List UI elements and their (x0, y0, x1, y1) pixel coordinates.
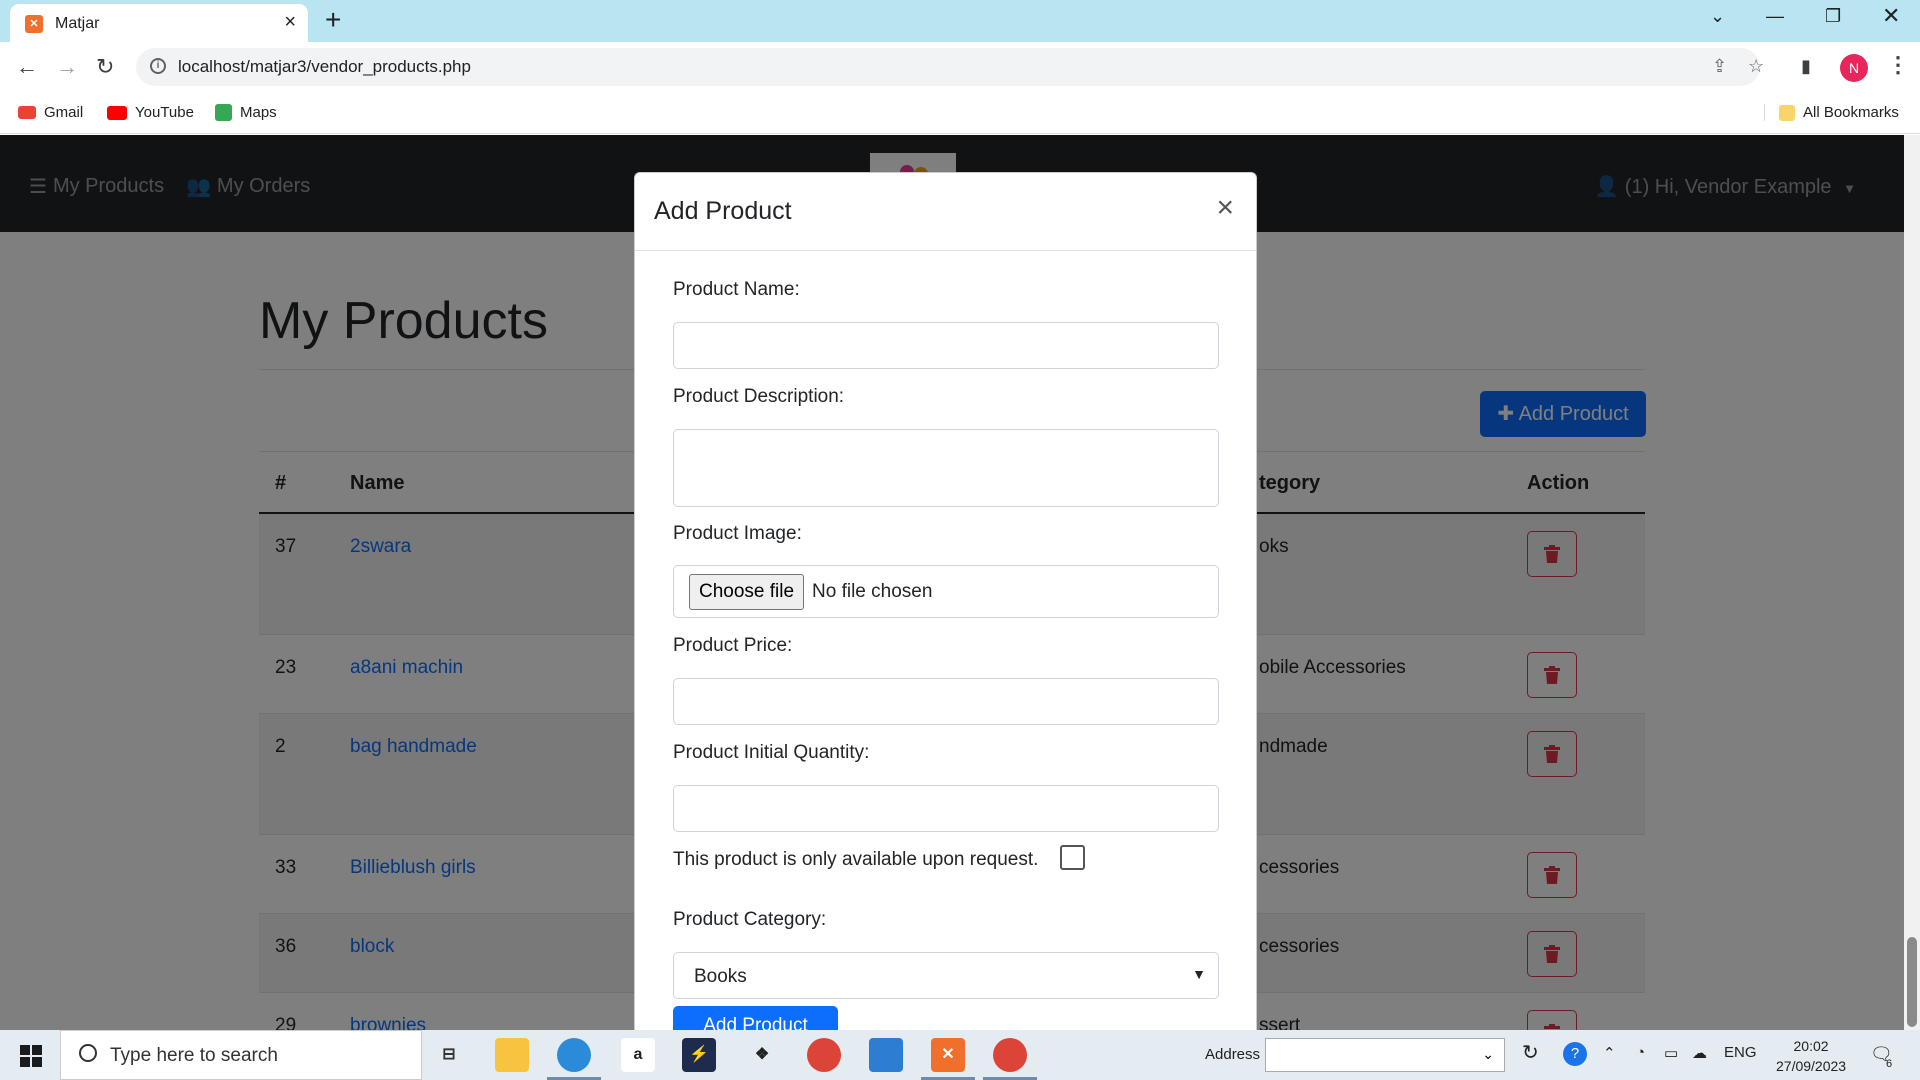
bookmark-gmail[interactable]: Gmail (18, 104, 83, 121)
page-scrollbar[interactable] (1904, 135, 1920, 1030)
url-text[interactable]: localhost/matjar3/vendor_products.php (178, 57, 471, 77)
modal-header: Add Product × (635, 173, 1256, 251)
close-window-button[interactable]: ✕ (1882, 3, 1900, 29)
product-image-input[interactable]: Choose file No file chosen (673, 565, 1219, 618)
chrome-profile-icon[interactable] (993, 1038, 1027, 1072)
chrome-icon[interactable] (807, 1038, 841, 1072)
address-toolbar-input[interactable]: ⌄ (1265, 1038, 1505, 1072)
bookmark-youtube[interactable]: YouTube (107, 104, 194, 121)
help-icon[interactable]: ? (1563, 1042, 1587, 1066)
reload-button[interactable]: ↻ (96, 54, 114, 80)
bookmark-label: Gmail (44, 104, 84, 121)
powershell-icon[interactable]: ⚡ (682, 1038, 716, 1072)
search-placeholder: Type here to search (110, 1045, 278, 1066)
product-quantity-input[interactable] (673, 785, 1219, 832)
choose-file-button[interactable]: Choose file (689, 574, 805, 610)
side-panel-icon[interactable]: ▮ (1801, 56, 1811, 77)
youtube-icon (107, 105, 127, 120)
notification-count: 6 (1886, 1058, 1893, 1070)
new-tab-button[interactable]: + (325, 6, 341, 34)
product-image-label: Product Image: (673, 523, 802, 544)
show-hidden-icons-icon[interactable]: ⌃ (1603, 1044, 1616, 1062)
tab-close-icon[interactable]: × (284, 12, 296, 32)
xampp-icon[interactable]: ✕ (931, 1038, 965, 1072)
product-name-input[interactable] (673, 322, 1219, 369)
request-only-label: This product is only available upon requ… (673, 849, 1039, 870)
bookmark-maps[interactable]: Maps (215, 104, 277, 121)
tab-strip: ✕ Matjar × + ⌄ — ❐ ✕ (0, 0, 1920, 42)
product-price-label: Product Price: (673, 635, 793, 656)
modal-title: Add Product (654, 197, 792, 225)
submit-add-product-button[interactable]: Add Product (673, 1006, 838, 1030)
address-bar[interactable]: i localhost/matjar3/vendor_products.php … (136, 48, 1764, 86)
windows-start-icon[interactable] (20, 1045, 42, 1067)
request-only-checkbox[interactable] (1060, 845, 1085, 870)
clock-date: 27/09/2023 (1776, 1058, 1847, 1074)
tab-search-icon[interactable]: ⌄ (1710, 6, 1725, 27)
chrome-menu-icon[interactable]: ⋮ (1887, 52, 1909, 78)
all-bookmarks[interactable]: All Bookmarks (1764, 104, 1899, 121)
bookmark-star-icon[interactable]: ☆ (1748, 56, 1764, 77)
bookmarks-bar: Gmail YouTube Maps All Bookmarks (0, 96, 1920, 134)
site-info-icon[interactable]: i (150, 58, 166, 74)
xampp-icon: ✕ (25, 15, 43, 33)
dropbox-icon[interactable]: ❖ (745, 1038, 779, 1072)
file-status: No file chosen (812, 581, 933, 602)
product-category-label: Product Category: (673, 909, 827, 930)
system-clock[interactable]: 20:02 27/09/2023 (1776, 1036, 1846, 1076)
folder-icon (1779, 104, 1795, 121)
product-name-label: Product Name: (673, 279, 800, 300)
back-button[interactable]: ← (16, 54, 38, 80)
address-toolbar-label: Address (1205, 1046, 1261, 1063)
profile-avatar[interactable]: N (1840, 54, 1868, 82)
maps-icon (215, 104, 232, 121)
bookmark-label: YouTube (135, 104, 194, 121)
store-icon[interactable] (869, 1038, 903, 1072)
edge-icon[interactable] (557, 1038, 591, 1072)
tab-title: Matjar (55, 15, 100, 32)
browser-tab[interactable]: ✕ Matjar × (10, 4, 308, 42)
file-explorer-icon[interactable] (495, 1038, 529, 1072)
windows-taskbar: Type here to search ⊟ a ⚡ ❖ ✕ Address ⌄ … (0, 1030, 1920, 1080)
product-description-textarea[interactable] (673, 429, 1219, 507)
language-indicator[interactable]: ENG (1724, 1044, 1757, 1061)
minimize-button[interactable]: — (1766, 6, 1784, 27)
modal-close-button[interactable]: × (1216, 193, 1234, 223)
bookmark-label: Maps (240, 104, 277, 121)
refresh-icon[interactable]: ↻ (1522, 1040, 1539, 1065)
chevron-down-icon: ▼ (1192, 966, 1206, 982)
battery-icon[interactable]: ▭ (1664, 1044, 1678, 1062)
share-icon[interactable]: ⇪ (1712, 56, 1727, 77)
gmail-icon (18, 106, 36, 119)
task-view-icon[interactable]: ⊟ (432, 1038, 466, 1072)
network-icon[interactable]: ◔ (1636, 1044, 1645, 1061)
maximize-button[interactable]: ❐ (1825, 6, 1841, 27)
scroll-thumb[interactable] (1907, 937, 1917, 1027)
onedrive-icon[interactable]: ☁ (1692, 1044, 1707, 1062)
taskbar-search[interactable]: Type here to search (60, 1030, 422, 1080)
clock-time: 20:02 (1793, 1038, 1829, 1054)
product-description-label: Product Description: (673, 386, 845, 407)
chevron-down-icon[interactable]: ⌄ (1482, 1046, 1494, 1063)
all-bookmarks-label: All Bookmarks (1803, 104, 1899, 121)
category-selected: Books (694, 966, 747, 987)
page-viewport: ☰ My Products 👥 My Orders 👤 (1) Hi, Vend… (0, 135, 1904, 1030)
product-quantity-label: Product Initial Quantity: (673, 742, 870, 763)
browser-toolbar: ← → ↻ i localhost/matjar3/vendor_product… (0, 42, 1920, 96)
forward-button[interactable]: → (56, 54, 78, 80)
product-price-input[interactable] (673, 678, 1219, 725)
search-icon (79, 1044, 97, 1062)
product-category-select[interactable]: Books ▼ (673, 952, 1219, 999)
amazon-icon[interactable]: a (621, 1038, 655, 1072)
add-product-modal: Add Product × Product Name: Product Desc… (634, 172, 1257, 1030)
